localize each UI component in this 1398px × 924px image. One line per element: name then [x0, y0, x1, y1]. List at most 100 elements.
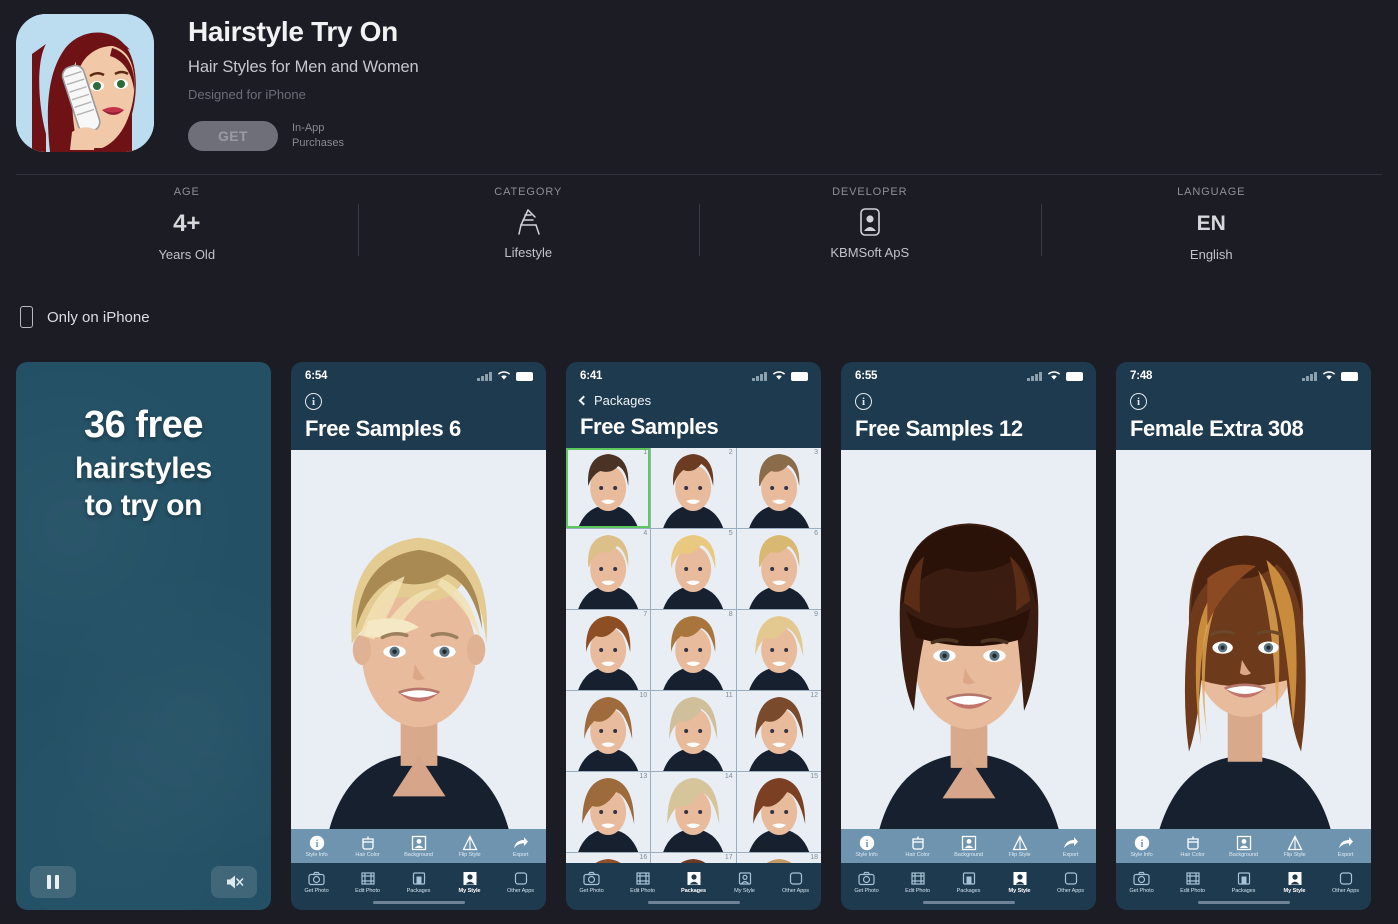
tab-packages[interactable]: Packages [943, 863, 994, 901]
info-circle-icon[interactable]: i [1130, 393, 1147, 410]
thumbnail-cell[interactable]: 14 [651, 772, 736, 852]
toolbar-export[interactable]: Export [1320, 829, 1371, 863]
toolbar-background[interactable]: Background [1218, 829, 1269, 863]
toolbar-flip-style[interactable]: Flip Style [1269, 829, 1320, 863]
app-icon[interactable] [16, 14, 154, 152]
tab-edit-photo[interactable]: Edit Photo [342, 863, 393, 901]
meta-value-language: EN [1196, 212, 1226, 235]
main-tab-bar[interactable]: Get Photo Edit Photo Packages My Style O… [566, 863, 821, 901]
battery-icon [1341, 372, 1358, 381]
screenshot-gallery[interactable]: 36 free hairstyles to try on 6:54 i Free… [16, 362, 1371, 910]
thumbnail-cell[interactable]: 13 [566, 772, 651, 852]
camera-icon [858, 870, 875, 887]
screenshot-video-preview[interactable]: 36 free hairstyles to try on [16, 362, 271, 910]
toolbar-export[interactable]: Export [1045, 829, 1096, 863]
tab-get-photo[interactable]: Get Photo [291, 863, 342, 901]
tab-label: Edit Photo [905, 888, 930, 894]
thumbnail-cell[interactable]: 4 [566, 529, 651, 609]
tab-get-photo[interactable]: Get Photo [566, 863, 617, 901]
tab-get-photo[interactable]: Get Photo [841, 863, 892, 901]
screenshot-female-extra-308[interactable]: 7:48 i Female Extra 308 i Style Info Hai… [1116, 362, 1371, 910]
tab-get-photo[interactable]: Get Photo [1116, 863, 1167, 901]
tab-edit-photo[interactable]: Edit Photo [892, 863, 943, 901]
thumbnail-cell[interactable]: 7 [566, 610, 651, 690]
battery-icon [1066, 372, 1083, 381]
photo-canvas[interactable] [1116, 450, 1371, 829]
pause-button[interactable] [30, 866, 76, 898]
style-toolbar[interactable]: i Style Info Hair Color Background Flip … [1116, 829, 1371, 863]
thumbnail-cell[interactable]: 2 [651, 448, 736, 528]
thumbnail-cell[interactable]: 10 [566, 691, 651, 771]
tab-my-style[interactable]: My Style [719, 863, 770, 901]
main-tab-bar[interactable]: Get Photo Edit Photo Packages My Style O… [1116, 863, 1371, 901]
tab-label: My Style [1008, 888, 1031, 894]
thumbnail-cell[interactable]: 11 [651, 691, 736, 771]
get-button[interactable]: GET [188, 121, 278, 151]
screen-title: Free Samples [580, 414, 719, 439]
toolbar-background[interactable]: Background [393, 829, 444, 863]
status-bar-time: 6:55 [855, 369, 878, 382]
flip-triangle-icon [461, 834, 478, 851]
toolbar-style-info[interactable]: i Style Info [291, 829, 342, 863]
photo-canvas[interactable] [291, 450, 546, 829]
tab-my-style[interactable]: My Style [1269, 863, 1320, 901]
app-info-block: Hairstyle Try On Hair Styles for Men and… [188, 16, 419, 151]
thumbnail-grid-canvas[interactable]: 1 2 3 4 5 6 7 8 9 10 11 12 13 14 15 16 1… [566, 448, 821, 863]
tab-label: Get Photo [579, 888, 604, 894]
main-tab-bar[interactable]: Get Photo Edit Photo Packages My Style O… [291, 863, 546, 901]
toolbar-hair-color[interactable]: Hair Color [1167, 829, 1218, 863]
info-circle-icon[interactable]: i [855, 393, 872, 410]
toolbar-background[interactable]: Background [943, 829, 994, 863]
toolbar-hair-color[interactable]: Hair Color [892, 829, 943, 863]
tab-packages[interactable]: Packages [1218, 863, 1269, 901]
style-toolbar[interactable]: i Style Info Hair Color Background Flip … [841, 829, 1096, 863]
thumbnail-cell[interactable]: 16 [566, 853, 651, 863]
toolbar-flip-style[interactable]: Flip Style [994, 829, 1045, 863]
thumbnail-cell[interactable]: 17 [651, 853, 736, 863]
main-tab-bar[interactable]: Get Photo Edit Photo Packages My Style O… [841, 863, 1096, 901]
tab-my-style[interactable]: My Style [994, 863, 1045, 901]
toolbar-style-info[interactable]: i Style Info [841, 829, 892, 863]
tab-edit-photo[interactable]: Edit Photo [1167, 863, 1218, 901]
style-toolbar[interactable]: i Style Info Hair Color Background Flip … [291, 829, 546, 863]
hairstyle-thumbnail-grid[interactable]: 1 2 3 4 5 6 7 8 9 10 11 12 13 14 15 16 1… [566, 448, 821, 863]
thumbnail-cell[interactable]: 9 [736, 610, 821, 690]
video-surface[interactable]: 36 free hairstyles to try on [16, 362, 271, 910]
nav-bar: Packages [566, 389, 821, 408]
toolbar-label: Export [1337, 852, 1354, 858]
thumbnail-cell[interactable]: 8 [651, 610, 736, 690]
thumbnail-cell[interactable]: 18 [736, 853, 821, 863]
status-bar-indicators [477, 370, 533, 381]
toolbar-export[interactable]: Export [495, 829, 546, 863]
tab-packages[interactable]: Packages [668, 863, 719, 901]
toolbar-flip-style[interactable]: Flip Style [444, 829, 495, 863]
toolbar-style-info[interactable]: i Style Info [1116, 829, 1167, 863]
tab-other-apps[interactable]: Other Apps [1045, 863, 1096, 901]
thumbnail-cell[interactable]: 6 [736, 529, 821, 609]
paint-bucket-icon [910, 834, 926, 851]
nav-bar: i [1116, 389, 1371, 410]
thumbnail-cell[interactable]: 5 [651, 529, 736, 609]
tab-packages[interactable]: Packages [393, 863, 444, 901]
nav-bar: i [291, 389, 546, 410]
tab-other-apps[interactable]: Other Apps [1320, 863, 1371, 901]
screenshot-free-samples-6[interactable]: 6:54 i Free Samples 6 i Style Info Hair … [291, 362, 546, 910]
thumbnail-cell[interactable]: 15 [736, 772, 821, 852]
portrait-frame-icon [1236, 834, 1252, 851]
tab-edit-photo[interactable]: Edit Photo [617, 863, 668, 901]
mute-button[interactable] [211, 866, 257, 898]
info-circle-icon[interactable]: i [305, 393, 322, 410]
portrait-icon [1012, 870, 1028, 887]
photo-canvas[interactable] [841, 450, 1096, 829]
screenshot-free-samples-12[interactable]: 6:55 i Free Samples 12 i Style Info Hair… [841, 362, 1096, 910]
screenshot-free-samples-grid[interactable]: 6:41 Packages Free Samples 1 2 3 4 5 6 7… [566, 362, 821, 910]
tab-other-apps[interactable]: Other Apps [770, 863, 821, 901]
toolbar-hair-color[interactable]: Hair Color [342, 829, 393, 863]
thumbnail-cell[interactable]: 12 [736, 691, 821, 771]
thumbnail-cell[interactable]: 3 [736, 448, 821, 528]
thumbnail-cell[interactable]: 1 [566, 448, 651, 528]
back-button[interactable]: Packages [578, 393, 807, 408]
tab-label: Get Photo [1129, 888, 1154, 894]
tab-other-apps[interactable]: Other Apps [495, 863, 546, 901]
tab-my-style[interactable]: My Style [444, 863, 495, 901]
